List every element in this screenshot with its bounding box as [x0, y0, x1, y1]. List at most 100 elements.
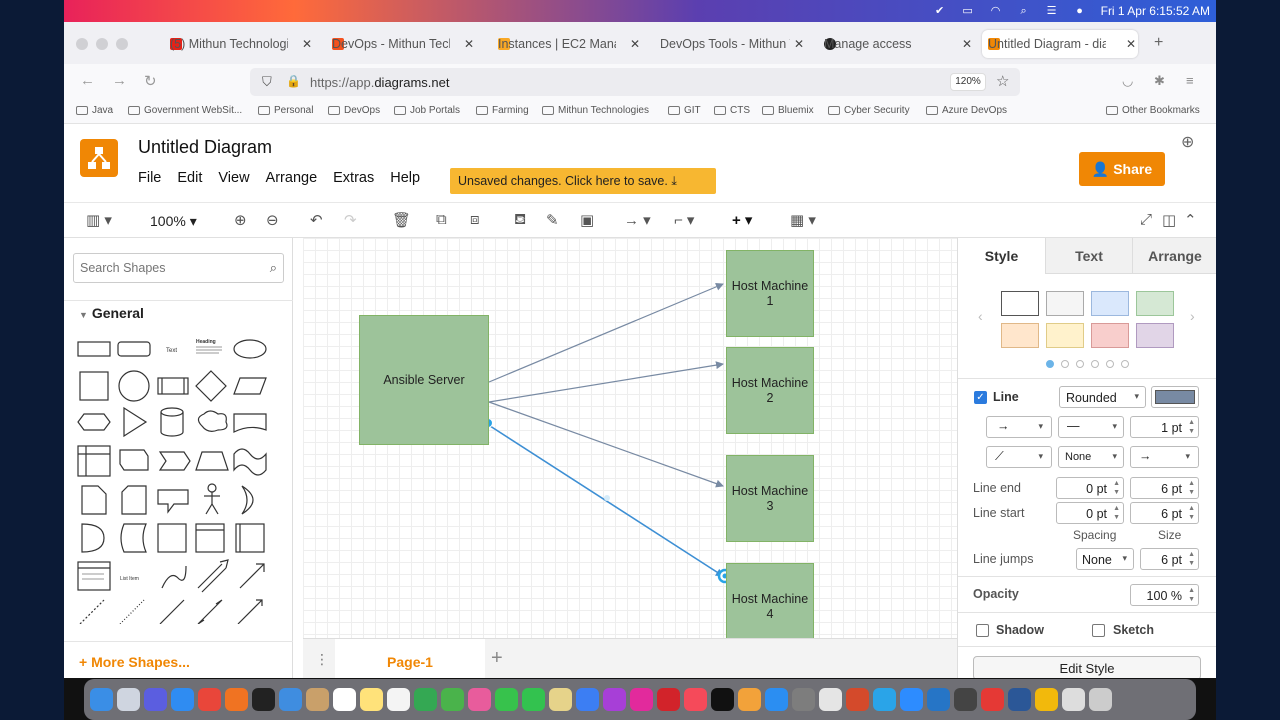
line-color-icon[interactable]: ✎ [546, 211, 559, 229]
style-swatch[interactable] [1046, 323, 1084, 348]
chevron-right-icon[interactable]: › [1190, 308, 1195, 324]
trash-icon[interactable] [1089, 688, 1112, 711]
vscode-icon[interactable] [927, 688, 950, 711]
acrobat-icon[interactable] [657, 688, 680, 711]
reminders-icon[interactable] [387, 688, 410, 711]
opacity-input[interactable]: 100 % ▲ ▼ [1130, 584, 1199, 606]
format-panel-toggle-icon[interactable]: ▥ ▾ [86, 211, 112, 229]
reload-icon[interactable]: ↻ [144, 72, 157, 90]
edit-style-button[interactable]: Edit Style [973, 656, 1201, 678]
word-icon[interactable] [1008, 688, 1031, 711]
firefox-icon[interactable] [225, 688, 248, 711]
unsaved-changes-button[interactable]: Unsaved changes. Click here to save. ⤓ [450, 168, 716, 194]
table-icon[interactable]: ▦ ▾ [790, 211, 816, 229]
line-end-size-input[interactable]: 6 pt ▲ ▼ [1130, 477, 1199, 499]
waypoint-style-select[interactable]: ⟋ ▾ [986, 446, 1052, 468]
bookmark-folder[interactable]: Azure DevOps [926, 105, 1007, 116]
ansible-server-node[interactable]: Ansible Server [359, 315, 489, 445]
bookmark-folder[interactable]: Government WebSit... [128, 105, 242, 116]
end-arrow-select[interactable]: → ▾ [1130, 446, 1199, 468]
collapse-icon[interactable]: ⌃ [1184, 211, 1197, 229]
line-checkbox[interactable]: ✓ [974, 391, 987, 404]
globe-icon[interactable]: ⊕ [1181, 132, 1194, 152]
bookmark-folder[interactable]: Mithun Technologies [542, 105, 649, 116]
utility-icon[interactable] [954, 688, 977, 711]
flower-app-icon[interactable] [630, 688, 653, 711]
documents-icon[interactable] [1062, 688, 1085, 711]
contacts-icon[interactable] [306, 688, 329, 711]
close-tab-icon[interactable]: ✕ [794, 37, 804, 51]
fill-color-icon[interactable]: ⛾ [514, 211, 526, 230]
back-icon[interactable]: ← [80, 72, 95, 89]
keynote-icon[interactable] [576, 688, 599, 711]
zoom-out-icon[interactable]: ⊖ [266, 211, 279, 229]
line-dash-select[interactable]: — ▾ [1058, 416, 1124, 438]
check-icon[interactable]: ✔ [933, 5, 947, 17]
start-arrow-select[interactable]: None ▾ [1058, 446, 1124, 468]
search-icon[interactable]: ⌕ [270, 260, 277, 276]
browser-tab[interactable]: DevOps Tools - Mithun Tec ✕ [654, 30, 806, 58]
edge-to-host-1[interactable] [488, 283, 724, 383]
siri-dock-icon[interactable] [144, 688, 167, 711]
maximize-window-button[interactable] [116, 38, 128, 50]
zoom-in-icon[interactable]: ⊕ [234, 211, 247, 229]
line-start-spacing-input[interactable]: 0 pt ▲ ▼ [1056, 502, 1124, 524]
close-tab-icon[interactable]: ✕ [1126, 37, 1136, 51]
shield-icon[interactable]: ⛉ [262, 74, 272, 90]
host-machine-4-node[interactable]: Host Machine 4 [726, 563, 814, 638]
url-text[interactable]: https://app.diagrams.net [310, 75, 449, 90]
edge-to-host-3[interactable] [488, 401, 724, 488]
bookmark-folder[interactable]: Job Portals [394, 105, 460, 116]
close-tab-icon[interactable]: ✕ [962, 37, 972, 51]
line-style-select[interactable]: Rounded ▾ [1059, 386, 1146, 408]
tab-style[interactable]: Style [958, 238, 1045, 274]
messages-icon[interactable] [495, 688, 518, 711]
style-swatch[interactable] [1001, 323, 1039, 348]
shape-palette[interactable]: Text Heading List Item [74, 334, 284, 624]
to-back-icon[interactable]: ⧈ [470, 211, 480, 228]
mail-icon[interactable] [279, 688, 302, 711]
bookmark-folder[interactable]: Bluemix [762, 105, 814, 116]
bookmark-folder[interactable]: GIT [668, 105, 701, 116]
menu-icon[interactable]: ≡ [1186, 73, 1194, 88]
podcasts-icon[interactable] [603, 688, 626, 711]
edge-to-host-2[interactable] [488, 361, 724, 403]
other-bookmarks[interactable]: Other Bookmarks [1106, 105, 1200, 116]
shadow-checkbox[interactable] [976, 624, 989, 637]
browser-tab[interactable]: Instances | EC2 Manage ✕ [492, 30, 642, 58]
browser-tab[interactable]: Manage access ✕ [818, 30, 974, 58]
line-start-size-input[interactable]: 6 pt ▲ ▼ [1130, 502, 1199, 524]
battery-icon[interactable]: ▭ [961, 5, 975, 17]
music-icon[interactable] [684, 688, 707, 711]
shadow-icon[interactable]: ▣ [580, 211, 594, 229]
launchpad-icon[interactable] [117, 688, 140, 711]
fullscreen-icon[interactable]: ⤢ [1140, 211, 1152, 228]
close-tab-icon[interactable]: ✕ [464, 37, 474, 51]
notes-icon[interactable] [360, 688, 383, 711]
host-machine-2-node[interactable]: Host Machine 2 [726, 347, 814, 434]
style-swatch[interactable] [1046, 291, 1084, 316]
host-machine-1-node[interactable]: Host Machine 1 [726, 250, 814, 337]
share-button[interactable]: 👤 Share [1079, 152, 1165, 186]
insert-icon[interactable]: + ▾ [732, 211, 752, 229]
books-icon[interactable] [738, 688, 761, 711]
maps-icon[interactable] [441, 688, 464, 711]
bookmark-folder[interactable]: DevOps [328, 105, 380, 116]
bookmark-folder[interactable]: Farming [476, 105, 529, 116]
bookmark-folder[interactable]: Cyber Security [828, 105, 910, 116]
tab-text[interactable]: Text [1045, 238, 1132, 274]
slack-icon[interactable] [819, 688, 842, 711]
browser-tab[interactable]: (5) Mithun Technologie ✕ [164, 30, 314, 58]
photos-icon[interactable] [468, 688, 491, 711]
zoom-badge[interactable]: 120% [950, 73, 986, 91]
address-bar[interactable]: ⛉ 🔒 https://app.diagrams.net 120% ☆ [250, 68, 1020, 96]
forward-icon[interactable]: → [112, 72, 127, 89]
zoom-icon[interactable] [900, 688, 923, 711]
skype-icon[interactable] [873, 688, 896, 711]
delete-icon[interactable]: 🗑 [392, 211, 411, 229]
more-shapes-button[interactable]: + More Shapes... [64, 641, 293, 678]
menubar-clock[interactable]: Fri 1 Apr 6:15:52 AM [1101, 4, 1210, 18]
calendar-icon[interactable] [333, 688, 356, 711]
siri-icon[interactable]: ● [1073, 5, 1087, 17]
diagram-canvas[interactable]: Ansible Server Host Machine 1 Host Machin… [303, 238, 957, 638]
